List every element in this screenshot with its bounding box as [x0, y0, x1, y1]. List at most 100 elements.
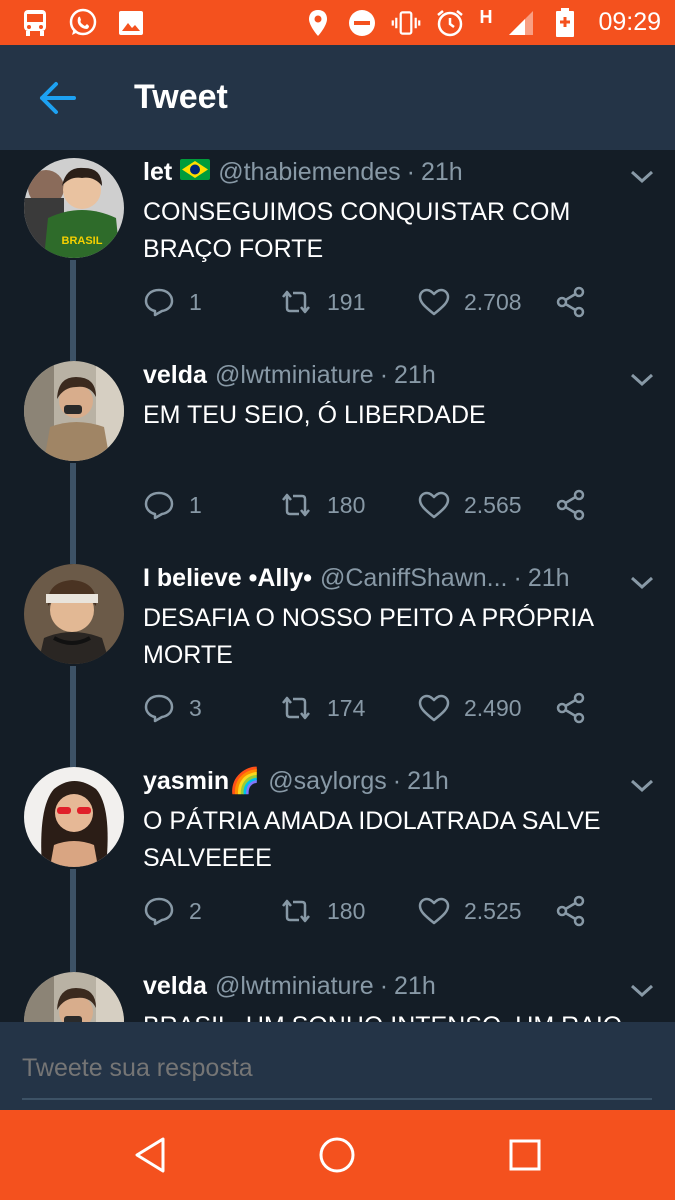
retweet-button[interactable]: 180 — [279, 487, 365, 523]
tweet-handle[interactable]: @saylorgs — [268, 767, 386, 796]
share-icon — [556, 895, 585, 927]
nav-back-button[interactable] — [125, 1130, 175, 1180]
bus-icon — [20, 8, 50, 38]
thread-line — [70, 556, 76, 564]
avatar[interactable] — [24, 767, 124, 867]
tweet-time: 21h — [527, 564, 570, 592]
square-recents-icon — [509, 1139, 541, 1171]
back-arrow-icon — [40, 81, 76, 114]
tweet-time: 21h — [420, 158, 463, 186]
reply-underline — [22, 1098, 652, 1100]
thread-line — [70, 759, 76, 767]
avatar[interactable] — [24, 361, 124, 461]
location-icon — [303, 8, 333, 38]
like-count: 2.708 — [464, 288, 522, 315]
reply-count: 1 — [189, 288, 202, 315]
tweet-actions: 1 180 2.565 — [143, 487, 603, 523]
reply-button[interactable]: 3 — [143, 690, 202, 726]
tweet-header: let @thabiemendes · 21h — [143, 158, 463, 187]
tweet-handle[interactable]: @lwtminiature — [215, 972, 374, 1001]
tweet-item[interactable]: velda @lwtminiature · 21h EM TEU SEIO, Ó… — [0, 353, 675, 556]
tweet-author-name[interactable]: let — [143, 158, 172, 187]
tweet-item[interactable]: I believe •Ally• @CaniffShawn... · 21h D… — [0, 556, 675, 759]
heart-icon — [418, 288, 450, 316]
like-button[interactable]: 2.525 — [418, 893, 522, 929]
tweet-handle[interactable]: @thabiemendes — [218, 158, 400, 187]
retweet-count: 174 — [327, 694, 366, 721]
chevron-down-icon[interactable] — [629, 369, 655, 389]
reply-button[interactable]: 2 — [143, 893, 202, 929]
reply-icon — [144, 694, 174, 723]
like-button[interactable]: 2.490 — [418, 690, 522, 726]
chevron-down-icon[interactable] — [629, 775, 655, 795]
whatsapp-icon — [68, 8, 98, 38]
like-count: 2.525 — [464, 897, 522, 924]
retweet-button[interactable]: 180 — [279, 893, 365, 929]
tweet-author-name[interactable]: velda — [143, 361, 207, 390]
thread-line — [70, 666, 76, 759]
chevron-down-icon[interactable] — [629, 166, 655, 186]
retweet-icon — [282, 493, 310, 517]
like-count: 2.565 — [464, 491, 522, 518]
reply-button[interactable]: 1 — [143, 487, 202, 523]
tweet-item[interactable]: BRASIL let @thabiemendes · 21h CONSEGUIM… — [0, 150, 675, 353]
share-button[interactable] — [555, 284, 587, 320]
share-button[interactable] — [555, 690, 587, 726]
like-button[interactable]: 2.708 — [418, 284, 522, 320]
dnd-icon — [347, 8, 377, 38]
tweet-author-name[interactable]: yasmin🌈 — [143, 767, 260, 796]
tweet-text: BRASIL, UM SONHO INTENSO, UM RAIO — [143, 1008, 643, 1022]
retweet-button[interactable]: 174 — [279, 690, 365, 726]
retweet-count: 180 — [327, 491, 366, 518]
signal-icon — [506, 8, 536, 38]
retweet-count: 191 — [327, 288, 366, 315]
brazil-flag-icon — [180, 158, 211, 187]
chevron-down-icon[interactable] — [629, 980, 655, 1000]
circle-home-icon — [319, 1137, 355, 1173]
like-count: 2.490 — [464, 694, 522, 721]
thread-line — [70, 463, 76, 556]
tweet-author-name[interactable]: I believe •Ally• — [143, 564, 312, 593]
reply-bar — [0, 1022, 675, 1110]
reply-input[interactable] — [22, 1048, 652, 1088]
chevron-down-icon[interactable] — [629, 572, 655, 592]
image-icon — [116, 8, 146, 38]
thread-line — [70, 260, 76, 353]
tweet-header: velda @lwtminiature · 21h — [143, 972, 436, 1001]
reply-count: 3 — [189, 694, 202, 721]
retweet-icon — [282, 899, 310, 923]
tweet-time: 21h — [407, 767, 449, 795]
nav-recents-button[interactable] — [500, 1130, 550, 1180]
tweet-time: 21h — [394, 361, 436, 389]
reply-icon — [144, 288, 174, 317]
avatar[interactable] — [24, 564, 124, 664]
tweet-actions: 1 191 2.708 — [143, 284, 603, 320]
heart-icon — [418, 491, 450, 519]
tweet-handle[interactable]: @lwtminiature — [215, 361, 374, 390]
tweet-feed[interactable]: BRASIL let @thabiemendes · 21h CONSEGUIM… — [0, 150, 675, 1022]
tweet-handle[interactable]: @CaniffShawn... — [320, 564, 508, 593]
like-button[interactable]: 2.565 — [418, 487, 522, 523]
nav-home-button[interactable] — [312, 1130, 362, 1180]
tweet-item[interactable]: velda @lwtminiature · 21h BRASIL, UM SON… — [0, 964, 675, 1022]
retweet-button[interactable]: 191 — [279, 284, 365, 320]
share-icon — [556, 489, 585, 521]
avatar[interactable] — [24, 972, 124, 1022]
app-bar: Tweet — [0, 45, 675, 150]
share-button[interactable] — [555, 487, 587, 523]
tweet-text: DESAFIA O NOSSO PEITO A PRÓPRIA MORTE — [143, 604, 593, 669]
tweet-item[interactable]: yasmin🌈 @saylorgs · 21h O PÁTRIA AMADA I… — [0, 759, 675, 964]
thread-line — [70, 353, 76, 361]
network-type: H — [479, 7, 493, 27]
thread-line — [70, 869, 76, 964]
reply-count: 2 — [189, 897, 202, 924]
separator-dot: · — [379, 972, 389, 1000]
reply-count: 1 — [189, 491, 202, 518]
tweet-time: 21h — [394, 972, 436, 1000]
back-button[interactable] — [22, 63, 92, 133]
share-button[interactable] — [555, 893, 587, 929]
reply-button[interactable]: 1 — [143, 284, 202, 320]
avatar[interactable]: BRASIL — [24, 158, 124, 258]
tweet-author-name[interactable]: velda — [143, 972, 207, 1001]
vibrate-icon — [391, 8, 421, 38]
